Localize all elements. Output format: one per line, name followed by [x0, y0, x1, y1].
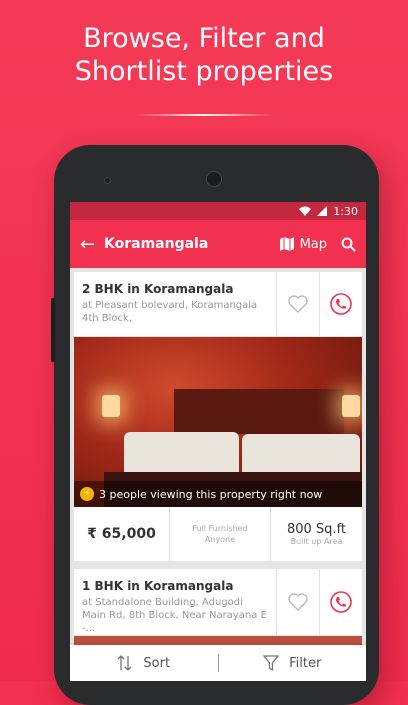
listing-header: 2 BHK in Koramangala at Pleasant bolevar…	[74, 272, 362, 337]
map-button[interactable]: Map	[279, 236, 327, 252]
tenant-type: Anyone	[204, 535, 236, 544]
viewing-text: 3 people viewing this property right now	[99, 487, 323, 501]
filter-icon	[263, 655, 280, 671]
listing-info: 2 BHK in Koramangala at Pleasant bolevar…	[74, 272, 276, 336]
photo-bed-left	[124, 432, 239, 474]
phone-icon	[330, 591, 352, 613]
area-value: 800 Sq.ft	[286, 522, 347, 537]
listing-title[interactable]: 2 BHK in Koramangala	[82, 282, 268, 296]
area-label: Built up Area	[290, 537, 343, 546]
front-camera	[206, 171, 222, 187]
listing-info: 1 BHK in Koramangala at Standalone Build…	[74, 569, 276, 635]
search-icon[interactable]	[341, 237, 356, 252]
location-title: Koramangala	[104, 236, 209, 252]
promo-headline: Browse, Filter and Shortlist properties	[74, 23, 334, 87]
listing-stats: ₹ 65,000 Full Furnished Anyone 800 Sq.ft…	[74, 507, 362, 561]
phone-side-button	[51, 298, 55, 362]
listing-title[interactable]: 1 BHK in Koramangala	[82, 579, 268, 593]
arrow-left-icon[interactable]: ←	[80, 234, 104, 255]
photo-headboard	[174, 389, 344, 434]
status-bar: 1:30	[70, 202, 366, 220]
call-button[interactable]	[319, 272, 362, 336]
status-time: 1:30	[333, 204, 358, 218]
signal-icon	[317, 206, 328, 216]
filter-label: Filter	[289, 655, 322, 671]
map-label: Map	[299, 236, 327, 252]
photo-lamp-right	[342, 395, 360, 417]
shortlist-button[interactable]	[276, 569, 319, 635]
bottom-action-bar: Sort Filter	[70, 645, 366, 681]
listing-price: ₹ 65,000	[87, 526, 156, 542]
sort-label: Sort	[143, 655, 171, 671]
lightning-icon: ⚡	[80, 487, 94, 501]
listing-card[interactable]: 1 BHK in Koramangala at Standalone Build…	[74, 569, 362, 646]
app-bar: ← Koramangala Map	[70, 220, 366, 268]
photo-bed-right	[242, 434, 360, 474]
listing-card[interactable]: 2 BHK in Koramangala at Pleasant bolevar…	[74, 272, 362, 561]
heart-icon	[288, 295, 308, 313]
call-button[interactable]	[319, 569, 362, 635]
viewing-banner: ⚡ 3 people viewing this property right n…	[74, 481, 362, 507]
app-screen: 1:30 ← Koramangala Map 2 BHK in Koramang…	[70, 202, 366, 681]
sort-button[interactable]: Sort	[70, 654, 218, 672]
shortlist-button[interactable]	[276, 272, 319, 336]
photo-lamp-left	[102, 395, 120, 417]
filter-button[interactable]: Filter	[219, 655, 367, 671]
listing-area: 800 Sq.ft Built up Area	[271, 507, 362, 561]
map-icon	[279, 237, 294, 251]
headline-divider	[134, 114, 274, 116]
furnishing-type: Full Furnished	[192, 524, 248, 533]
listing-address: at Pleasant bolevard, Koramangala 4th Bl…	[82, 300, 258, 324]
heart-icon	[288, 593, 308, 611]
sort-icon	[117, 655, 132, 671]
listing-address: at Standalone Building, Adugodi Main Rd,…	[82, 597, 267, 634]
listing-furnishing: Full Furnished Anyone	[169, 507, 271, 561]
phone-icon	[330, 293, 352, 315]
earpiece-dot	[104, 177, 111, 184]
wifi-icon	[299, 206, 312, 216]
listing-photo[interactable]: ⚡ 3 people viewing this property right n…	[74, 337, 362, 507]
listing-header: 1 BHK in Koramangala at Standalone Build…	[74, 569, 362, 636]
